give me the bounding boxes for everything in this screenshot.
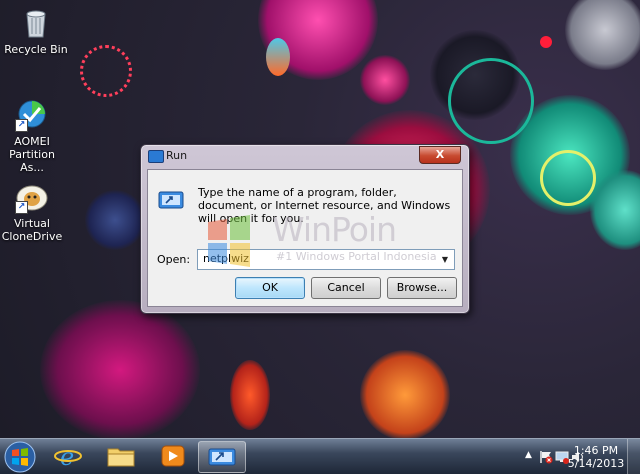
shortcut-arrow-icon: ↗ <box>15 119 28 132</box>
desktop-icon-recycle-bin[interactable]: Recycle Bin <box>0 6 72 56</box>
desktop-icon-aomei[interactable]: ↗ AOMEI Partition As... <box>0 98 68 174</box>
shortcut-arrow-icon: ↗ <box>15 201 28 214</box>
run-icon <box>208 448 236 466</box>
open-label: Open: <box>157 253 191 266</box>
wallpaper-shape <box>565 0 640 70</box>
run-dialog: Run X Type the name of a program, folder… <box>140 144 470 314</box>
wallpaper-shape <box>230 360 270 430</box>
wallpaper-ring <box>80 45 132 97</box>
desktop-icon-label: Recycle Bin <box>4 43 68 56</box>
wallpaper-shape <box>360 350 450 438</box>
recycle-bin-icon <box>19 6 53 40</box>
wallpaper-shape <box>360 55 410 105</box>
internet-explorer-icon: e <box>54 443 82 471</box>
clock-time: 1:46 PM <box>573 444 619 457</box>
cancel-button[interactable]: Cancel <box>311 277 381 299</box>
desktop-icon-virtual-clonedrive[interactable]: ↗ Virtual CloneDrive <box>0 180 68 243</box>
run-icon <box>148 150 164 163</box>
desktop-wallpaper: Recycle Bin ↗ AOMEI Partition As... ↗ Vi… <box>0 0 640 438</box>
dialog-title: Run <box>166 149 188 162</box>
start-button[interactable] <box>2 440 38 473</box>
taskbar-clock[interactable]: 1:46 PM 5/14/2013 <box>566 444 626 470</box>
taskbar: e ▲ 1:46 PM 5/14/2013 <box>0 438 640 474</box>
dialog-body: Type the name of a program, folder, docu… <box>147 169 463 307</box>
wallpaper-shape <box>40 300 200 438</box>
wallpaper-ring <box>448 58 534 144</box>
wallpaper-dot <box>540 36 552 48</box>
taskbar-file-explorer[interactable] <box>98 441 144 471</box>
media-player-icon <box>161 445 185 467</box>
aomei-partition-icon: ↗ <box>15 98 49 132</box>
open-combobox[interactable]: ▼ <box>197 249 455 270</box>
run-program-icon <box>158 191 184 209</box>
desktop-icon-label: Virtual CloneDrive <box>1 217 63 243</box>
windows-start-icon <box>4 441 36 473</box>
close-button[interactable]: X <box>419 146 461 164</box>
taskbar-internet-explorer[interactable]: e <box>46 441 92 471</box>
dialog-description: Type the name of a program, folder, docu… <box>198 186 451 225</box>
clock-date: 5/14/2013 <box>567 457 625 470</box>
taskbar-run[interactable] <box>198 441 246 473</box>
sheep-icon: ↗ <box>15 180 49 214</box>
wallpaper-shape <box>266 38 290 76</box>
svg-text:e: e <box>60 443 74 471</box>
show-desktop-button[interactable] <box>627 439 640 474</box>
show-hidden-icons-button[interactable]: ▲ <box>525 450 532 460</box>
wallpaper-ring <box>540 150 596 206</box>
open-input[interactable] <box>200 251 435 266</box>
wallpaper-shape <box>85 190 145 250</box>
file-explorer-icon <box>107 448 135 467</box>
chevron-down-icon[interactable]: ▼ <box>437 251 453 268</box>
action-center-flag-icon[interactable] <box>539 450 553 464</box>
taskbar-media-player[interactable] <box>150 441 196 471</box>
dialog-titlebar[interactable]: Run X <box>141 145 469 167</box>
ok-button[interactable]: OK <box>235 277 305 299</box>
desktop-icon-label: AOMEI Partition As... <box>9 135 55 174</box>
browse-button[interactable]: Browse... <box>387 277 457 299</box>
